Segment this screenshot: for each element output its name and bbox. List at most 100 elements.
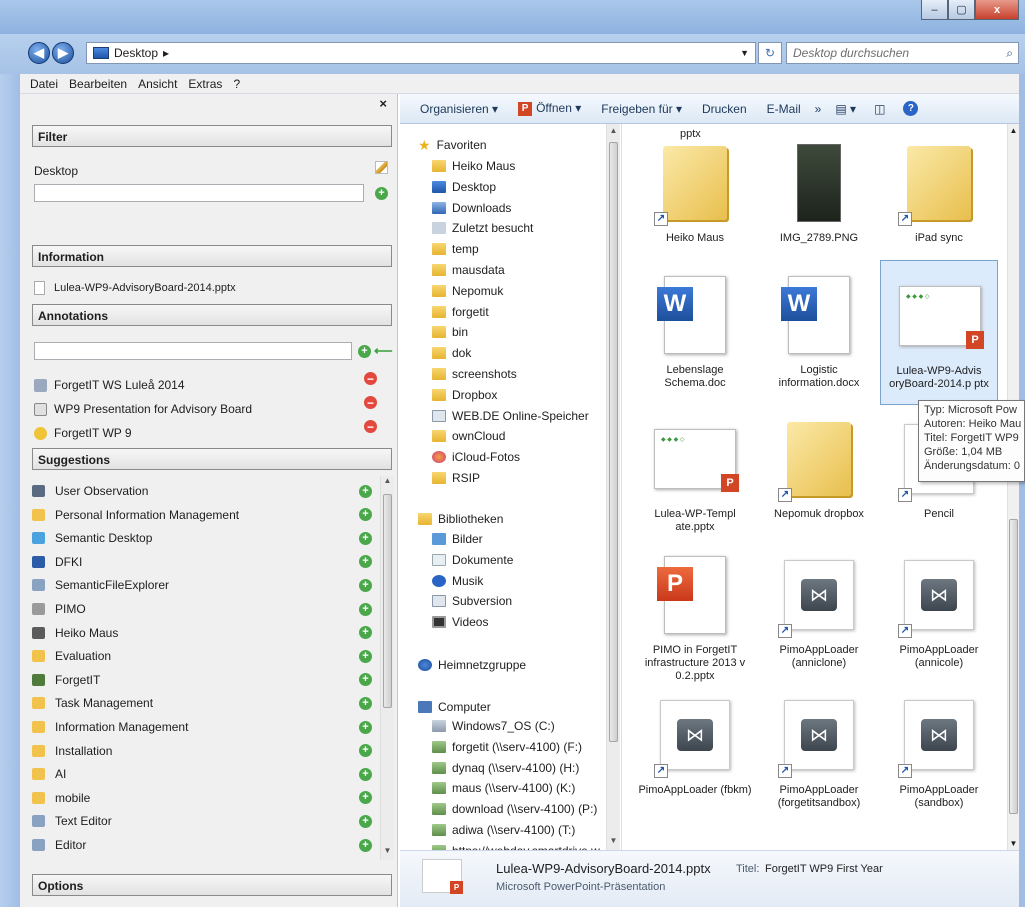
nav-item[interactable]: adiwa (\\serv-4100) (T:) xyxy=(432,820,575,840)
add-suggestion-icon[interactable]: + xyxy=(359,720,372,734)
suggestion-item[interactable]: Heiko Maus + xyxy=(32,622,372,644)
add-suggestion-icon[interactable]: + xyxy=(359,555,372,569)
nav-item[interactable]: Zuletzt besucht xyxy=(432,218,533,238)
suggestions-scrollbar[interactable]: ▲ ▼ xyxy=(380,476,394,860)
suggestion-item[interactable]: Semantic Desktop + xyxy=(32,527,372,549)
suggestion-item[interactable]: PIMO + xyxy=(32,598,372,620)
nav-item[interactable]: Heiko Maus xyxy=(432,156,515,176)
suggestion-item[interactable]: User Observation + xyxy=(32,480,372,502)
file-tile[interactable]: ◆ ◆ ◆ ◇ P Lulea-WP-Templ ate.pptx xyxy=(636,404,754,549)
nav-item[interactable]: Bilder xyxy=(432,529,483,549)
add-suggestion-icon[interactable]: + xyxy=(359,626,372,640)
edit-icon[interactable] xyxy=(375,161,388,174)
menu-view[interactable]: Ansicht xyxy=(138,77,177,91)
suggestion-item[interactable]: Personal Information Management + xyxy=(32,504,372,526)
suggestion-item[interactable]: DFKI + xyxy=(32,551,372,573)
suggestions-header[interactable]: Suggestions xyxy=(32,448,392,470)
add-suggestion-icon[interactable]: + xyxy=(359,696,372,710)
libraries-header[interactable]: Bibliotheken xyxy=(418,509,503,529)
add-suggestion-icon[interactable]: + xyxy=(359,744,372,758)
filter-header[interactable]: Filter xyxy=(32,125,392,147)
add-filter-icon[interactable]: + xyxy=(375,187,388,200)
nav-item[interactable]: Subversion xyxy=(432,591,512,611)
menu-tools[interactable]: Extras xyxy=(188,77,222,91)
nav-item[interactable]: Windows7_OS (C:) xyxy=(432,716,555,736)
file-tile[interactable]: ↗ Heiko Maus xyxy=(636,128,754,273)
computer-header[interactable]: Computer xyxy=(418,697,491,717)
file-tile[interactable]: ⋈ ↗ PimoAppLoader (anniclone) xyxy=(760,540,878,685)
nav-item[interactable]: forgetit (\\serv-4100) (F:) xyxy=(432,737,582,757)
nav-scrollbar[interactable]: ▲ ▼ xyxy=(606,124,620,850)
nav-item[interactable]: WEB.DE Online-Speicher xyxy=(432,406,589,426)
address-bar[interactable]: Desktop ▸ ▼ xyxy=(86,42,756,64)
nav-item[interactable]: download (\\serv-4100) (P:) xyxy=(432,799,597,819)
suggestion-item[interactable]: Editor + xyxy=(32,834,372,856)
nav-item[interactable]: Videos xyxy=(432,612,488,632)
add-suggestion-icon[interactable]: + xyxy=(359,602,372,616)
remove-annotation-icon[interactable]: − xyxy=(364,420,377,433)
preview-pane-icon[interactable]: ◫ xyxy=(874,102,885,116)
back-button[interactable]: ◀ xyxy=(28,42,50,64)
nav-item[interactable]: dynaq (\\serv-4100) (H:) xyxy=(432,758,579,778)
close-button[interactable]: x xyxy=(975,0,1019,20)
scroll-thumb[interactable] xyxy=(383,494,392,708)
add-suggestion-icon[interactable]: + xyxy=(359,531,372,545)
nav-item[interactable]: Desktop xyxy=(432,177,496,197)
annotation-input[interactable] xyxy=(34,342,352,360)
file-tile[interactable]: IMG_2789.PNG xyxy=(760,128,878,273)
view-options-icon[interactable]: ▤ ▾ xyxy=(835,102,856,116)
scroll-thumb[interactable] xyxy=(1009,519,1018,814)
remove-annotation-icon[interactable]: − xyxy=(364,372,377,385)
add-annotation-icon[interactable]: + xyxy=(358,345,371,358)
add-suggestion-icon[interactable]: + xyxy=(359,508,372,522)
menu-help[interactable]: ? xyxy=(233,77,240,91)
file-tile[interactable]: W Lebenslage Schema.doc xyxy=(636,260,754,405)
breadcrumb-desktop[interactable]: Desktop xyxy=(114,46,158,60)
nav-item[interactable]: dok xyxy=(432,343,471,363)
share-button[interactable]: Freigeben für ▾ xyxy=(601,102,682,116)
refresh-button[interactable]: ↻ xyxy=(758,42,782,64)
breadcrumb-separator[interactable]: ▸ xyxy=(163,46,169,60)
suggestion-item[interactable]: SemanticFileExplorer + xyxy=(32,574,372,596)
suggestion-item[interactable]: Information Management + xyxy=(32,716,372,738)
file-tile[interactable]: W Logistic information.docx xyxy=(760,260,878,405)
annotation-item[interactable]: ForgetIT WP 9 xyxy=(54,426,132,440)
print-button[interactable]: Drucken xyxy=(702,102,747,116)
file-tile[interactable]: ⋈ ↗ PimoAppLoader (forgetitsandbox) xyxy=(760,680,878,825)
add-suggestion-icon[interactable]: + xyxy=(359,484,372,498)
file-tile[interactable]: ⋈ ↗ PimoAppLoader (annicole) xyxy=(880,540,998,685)
homegroup-item[interactable]: Heimnetzgruppe xyxy=(418,655,526,675)
suggestion-item[interactable]: Evaluation + xyxy=(32,645,372,667)
suggestion-item[interactable]: Installation + xyxy=(32,740,372,762)
file-tile[interactable]: ↗ Nepomuk dropbox xyxy=(760,404,878,549)
nav-item[interactable]: Musik xyxy=(432,571,483,591)
chevron-down-icon[interactable]: ▼ xyxy=(740,48,755,58)
add-suggestion-icon[interactable]: + xyxy=(359,838,372,852)
information-header[interactable]: Information xyxy=(32,245,392,267)
nav-item[interactable]: ownCloud xyxy=(432,426,505,446)
help-icon[interactable]: ? xyxy=(903,101,919,116)
scroll-down-icon[interactable]: ▼ xyxy=(1008,839,1019,848)
nav-item[interactable]: temp xyxy=(432,239,479,259)
suggestion-item[interactable]: AI + xyxy=(32,763,372,785)
nav-item[interactable]: Dokumente xyxy=(432,550,513,570)
panel-close-icon[interactable]: × xyxy=(379,96,387,111)
organize-button[interactable]: Organisieren ▾ xyxy=(420,102,498,116)
remove-annotation-icon[interactable]: − xyxy=(364,396,377,409)
nav-item[interactable]: Dropbox xyxy=(432,385,497,405)
add-suggestion-icon[interactable]: + xyxy=(359,649,372,663)
favorites-header[interactable]: ★ Favoriten xyxy=(418,135,487,155)
nav-item[interactable]: bin xyxy=(432,322,468,342)
file-tile[interactable]: ◆ ◆ ◆ ◇ P Lulea-WP9-Advis oryBoard-2014.p … xyxy=(880,260,998,405)
nav-item[interactable]: forgetit xyxy=(432,302,489,322)
options-header[interactable]: Options xyxy=(32,874,392,896)
file-tile[interactable]: ↗ iPad sync xyxy=(880,128,998,273)
suggestion-item[interactable]: mobile + xyxy=(32,787,372,809)
minimize-button[interactable]: – xyxy=(921,0,948,20)
file-tile[interactable]: ⋈ ↗ PimoAppLoader (fbkm) xyxy=(636,680,754,825)
maximize-button[interactable]: ▢ xyxy=(948,0,975,20)
nav-item[interactable]: Nepomuk xyxy=(432,281,503,301)
annotation-item[interactable]: ForgetIT WS Luleå 2014 xyxy=(54,378,185,392)
annotations-header[interactable]: Annotations xyxy=(32,304,392,326)
menu-file[interactable]: Datei xyxy=(30,77,58,91)
